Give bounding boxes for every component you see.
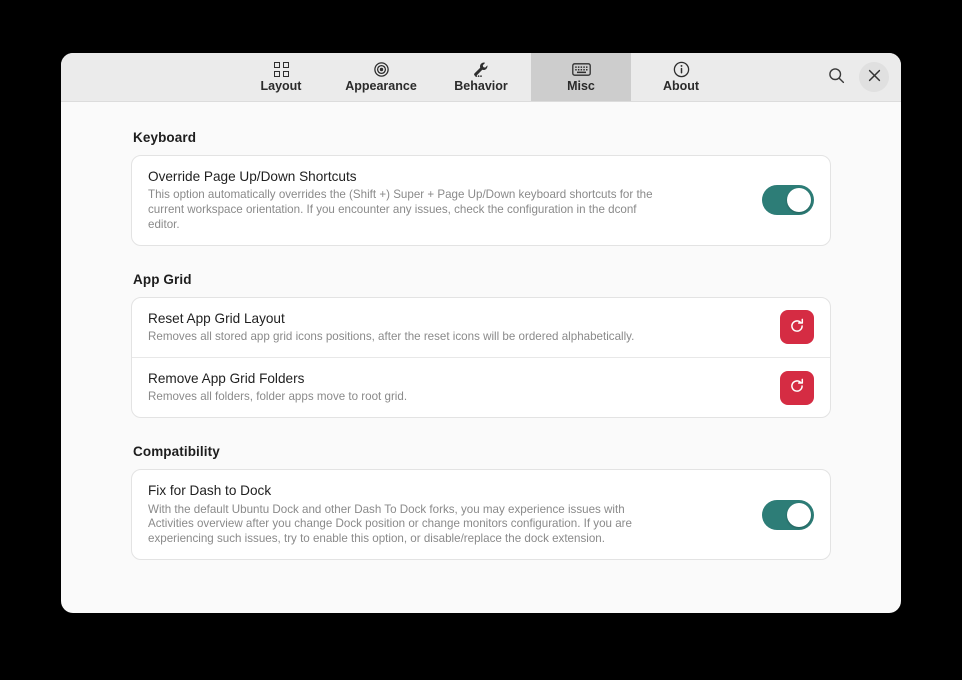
row-text: Fix for Dash to Dock With the default Ub… <box>148 482 748 547</box>
section-keyboard: Keyboard Override Page Up/Down Shortcuts… <box>131 130 831 246</box>
settings-content: Keyboard Override Page Up/Down Shortcuts… <box>61 102 901 613</box>
toggle-fix-for-dash-to-dock[interactable] <box>762 499 814 530</box>
row-text: Remove App Grid Folders Removes all fold… <box>148 370 766 405</box>
tab-behavior[interactable]: Behavior <box>431 53 531 101</box>
row-description: This option automatically overrides the … <box>148 188 653 231</box>
window-headerbar: Layout Appearance Behavior Misc About <box>61 53 901 102</box>
toggle-knob <box>787 502 811 527</box>
tab-behavior-label: Behavior <box>454 79 508 94</box>
row-remove-app-grid-folders: Remove App Grid Folders Removes all fold… <box>132 357 830 417</box>
reset-app-grid-layout-button[interactable] <box>780 310 814 345</box>
card-keyboard: Override Page Up/Down Shortcuts This opt… <box>131 155 831 246</box>
tab-appearance[interactable]: Appearance <box>331 53 431 101</box>
card-app-grid: Reset App Grid Layout Removes all stored… <box>131 296 831 419</box>
toggle-knob <box>787 188 811 213</box>
row-description: Removes all folders, folder apps move to… <box>148 390 408 404</box>
tab-layout[interactable]: Layout <box>231 53 331 101</box>
row-reset-app-grid-layout: Reset App Grid Layout Removes all stored… <box>132 298 830 357</box>
eye-icon <box>373 61 390 78</box>
row-title: Remove App Grid Folders <box>148 371 305 386</box>
wrench-icon <box>472 61 490 78</box>
section-app-grid: App Grid Reset App Grid Layout Removes a… <box>131 271 831 419</box>
headerbar-actions <box>821 53 889 101</box>
remove-app-grid-folders-button[interactable] <box>780 370 814 405</box>
tab-appearance-label: Appearance <box>345 79 417 94</box>
tab-misc[interactable]: Misc <box>531 53 631 101</box>
tab-about-label: About <box>662 79 700 94</box>
close-button[interactable] <box>859 62 889 92</box>
search-icon <box>828 67 845 87</box>
tab-misc-label: Misc <box>567 79 595 94</box>
refresh-icon <box>788 317 806 338</box>
section-title-keyboard: Keyboard <box>133 130 197 145</box>
row-description: With the default Ubuntu Dock and other D… <box>148 502 632 546</box>
section-title-app-grid: App Grid <box>133 271 192 287</box>
refresh-icon <box>788 377 806 398</box>
preferences-window: Layout Appearance Behavior Misc About Ke… <box>61 53 901 613</box>
keyboard-icon <box>571 61 591 78</box>
tab-about[interactable]: About <box>631 53 731 101</box>
info-icon <box>673 61 690 78</box>
row-text: Reset App Grid Layout Removes all stored… <box>148 310 766 345</box>
row-title: Override Page Up/Down Shortcuts <box>148 169 357 184</box>
tab-layout-label: Layout <box>260 79 302 94</box>
grid-icon <box>273 61 289 78</box>
row-description: Removes all stored app grid icons positi… <box>148 330 635 344</box>
row-override-page-updown: Override Page Up/Down Shortcuts This opt… <box>132 156 830 245</box>
card-compatibility: Fix for Dash to Dock With the default Ub… <box>131 469 831 560</box>
row-title: Fix for Dash to Dock <box>148 483 272 499</box>
desktop-background: Layout Appearance Behavior Misc About Ke… <box>0 0 962 680</box>
tab-bar: Layout Appearance Behavior Misc About <box>231 53 731 101</box>
row-text: Override Page Up/Down Shortcuts This opt… <box>148 168 748 233</box>
row-fix-for-dash-to-dock: Fix for Dash to Dock With the default Ub… <box>132 470 830 559</box>
section-title-compatibility: Compatibility <box>133 444 220 460</box>
search-button[interactable] <box>821 62 851 92</box>
close-icon <box>868 69 881 85</box>
section-compatibility: Compatibility Fix for Dash to Dock With … <box>131 444 831 560</box>
toggle-override-page-updown[interactable] <box>762 185 814 216</box>
row-title: Reset App Grid Layout <box>148 310 285 326</box>
